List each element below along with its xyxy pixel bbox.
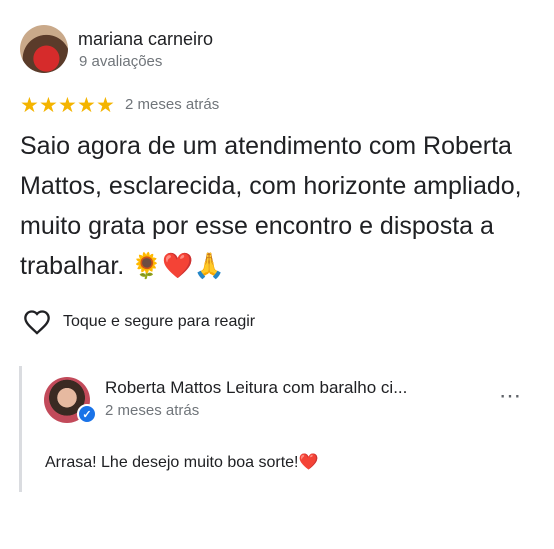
- star-icon: ★: [20, 94, 39, 117]
- review-date: 2 meses atrás: [125, 96, 220, 113]
- reply-text: Arrasa! Lhe desejo muito boa sorte!❤️: [45, 454, 319, 471]
- react-label: Toque e segure para reagir: [63, 313, 256, 330]
- review-text: Saio agora de um atendimento com Roberta…: [20, 132, 522, 280]
- react-button[interactable]: Toque e segure para reagir: [23, 309, 255, 335]
- star-rating: ★★★★★: [20, 93, 115, 118]
- owner-name[interactable]: Roberta Mattos Leitura com baralho ci...: [105, 378, 407, 398]
- reply-date: 2 meses atrás: [105, 402, 200, 419]
- star-icon: ★: [39, 94, 58, 117]
- review-count: 9 avaliações: [79, 53, 163, 70]
- more-options-icon[interactable]: ⋯: [499, 385, 522, 407]
- reviewer-avatar[interactable]: [20, 25, 68, 73]
- heart-outline-icon: [24, 310, 50, 335]
- verified-badge-icon: ✓: [77, 404, 97, 424]
- star-icon: ★: [96, 94, 115, 117]
- star-icon: ★: [58, 94, 77, 117]
- reply-divider: [19, 366, 22, 492]
- reviewer-name[interactable]: mariana carneiro: [78, 29, 213, 50]
- star-icon: ★: [77, 94, 96, 117]
